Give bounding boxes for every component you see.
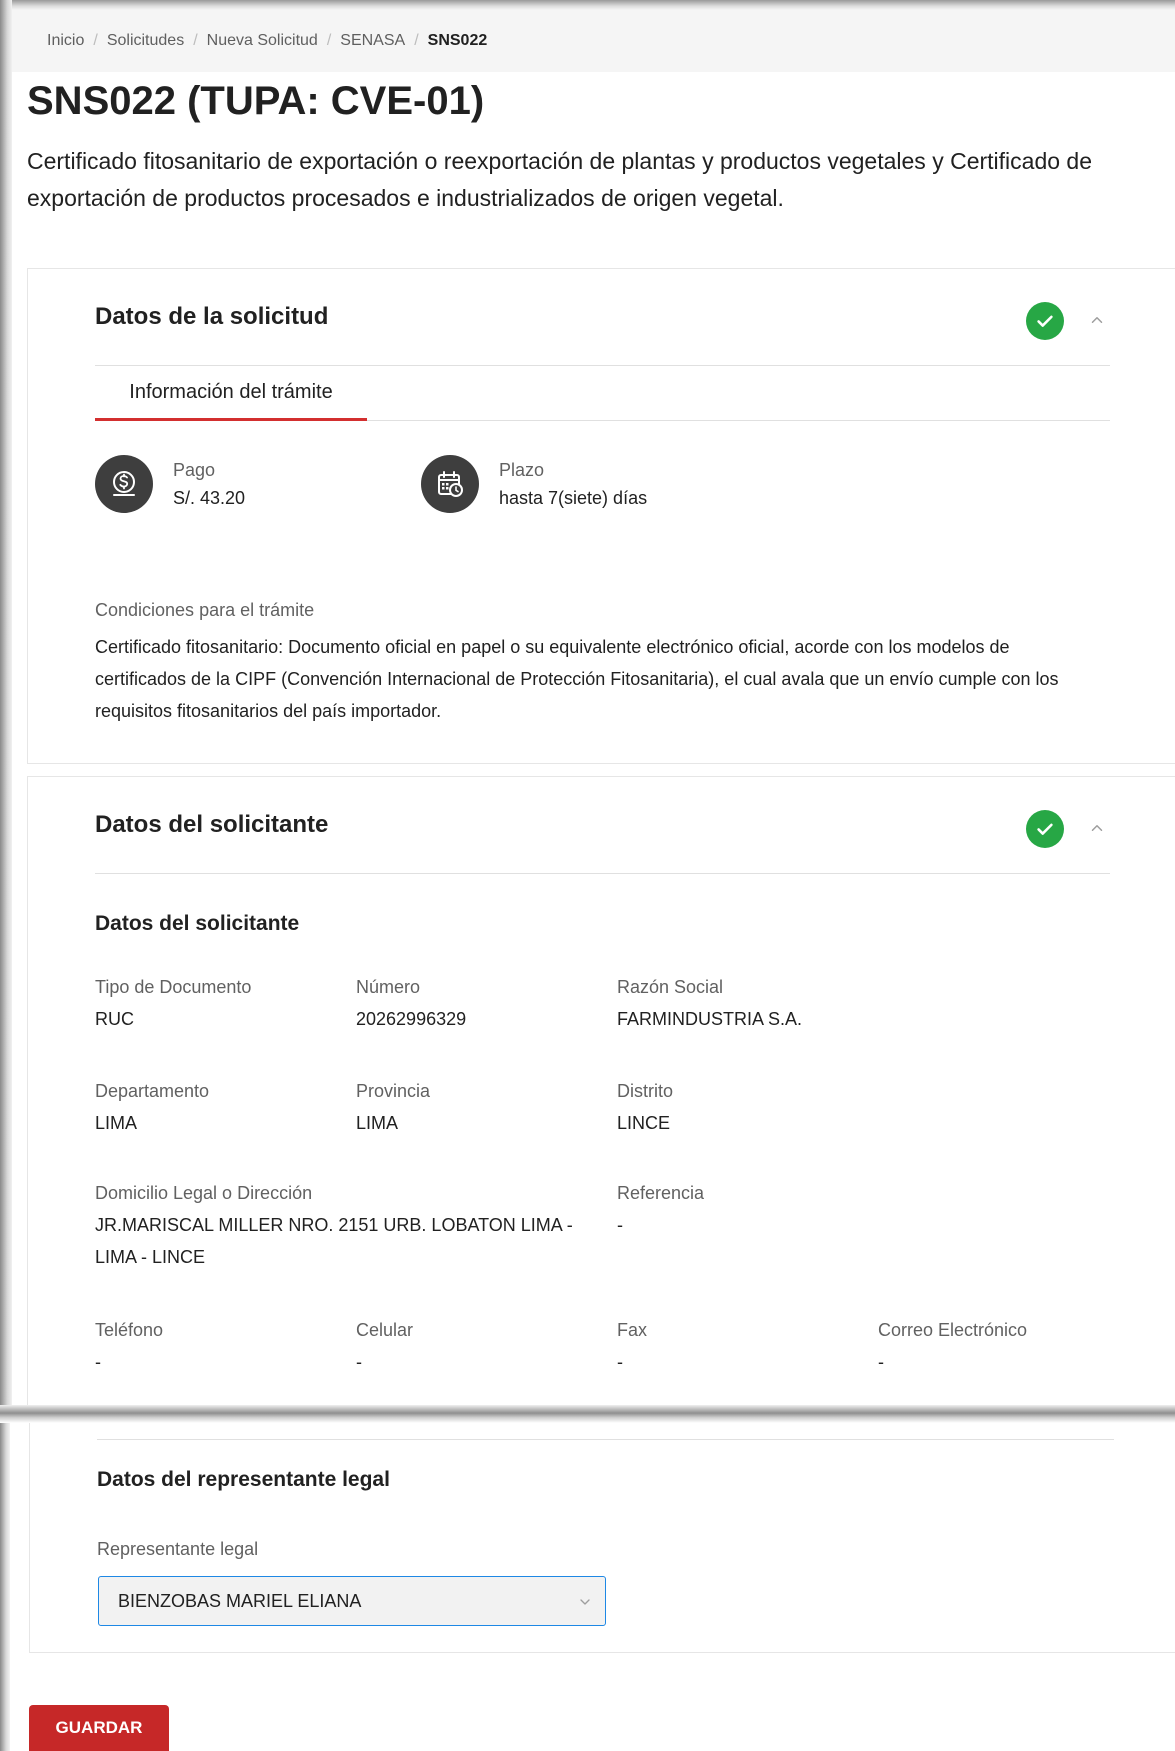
breadcrumb-senasa[interactable]: SENASA [340, 32, 405, 50]
field-fax: Fax - [617, 1318, 647, 1378]
divider [97, 1439, 1114, 1440]
pago-value: S/. 43.20 [173, 488, 246, 508]
solicitante-card-title: Datos del solicitante [95, 811, 329, 838]
conditions-label: Condiciones para el trámite [95, 600, 315, 620]
page-title-code: SNS022 [27, 79, 176, 123]
frame-edge-top [0, 0, 1175, 10]
breadcrumb-separator: / [414, 32, 419, 49]
page-title: SNS022 (TUPA: CVE-01) [27, 78, 484, 124]
breadcrumb: Inicio / Solicitudes / Nueva Solicitud /… [12, 10, 1175, 72]
field-label: Correo Electrónico [878, 1320, 1028, 1340]
field-numero: Número 20262996329 [356, 975, 466, 1035]
field-value: LIMA [356, 1113, 399, 1133]
dollar-coin-icon [95, 455, 153, 513]
field-departamento: Departamento LIMA [95, 1079, 209, 1139]
field-value: FARMINDUSTRIA S.A. [617, 1009, 803, 1029]
chevron-up-icon[interactable] [1084, 815, 1110, 841]
check-circle-icon [1026, 810, 1064, 848]
tabs: Información del trámite [95, 366, 1110, 421]
solicitante-subtitle: Datos del solicitante [95, 912, 300, 935]
page: Inicio / Solicitudes / Nueva Solicitud /… [0, 0, 1175, 1751]
field-label: Fax [617, 1320, 648, 1340]
representante-select[interactable]: BIENZOBAS MARIEL ELIANA [98, 1576, 606, 1626]
field-label: Distrito [617, 1081, 674, 1101]
solicitante-card-header[interactable]: Datos del solicitante [95, 777, 1110, 874]
field-label: Departamento [95, 1081, 210, 1101]
chevron-up-icon[interactable] [1084, 307, 1110, 333]
field-value: - [878, 1352, 884, 1372]
tab-informacion-tramite[interactable]: Información del trámite [95, 366, 367, 421]
breadcrumb-current: SNS022 [427, 32, 488, 49]
field-label: Referencia [617, 1183, 705, 1203]
breadcrumb-separator: / [193, 32, 198, 49]
page-title-tupa: (TUPA: CVE-01) [187, 79, 485, 123]
representante-subtitle: Datos del representante legal [97, 1468, 390, 1491]
field-distrito: Distrito LINCE [617, 1079, 673, 1139]
field-label: Teléfono [95, 1320, 164, 1340]
field-value: LINCE [617, 1113, 671, 1133]
frame-edge-left-lower [0, 1420, 10, 1751]
field-value: - [617, 1215, 623, 1235]
representante-select-label: Representante legal [97, 1539, 259, 1559]
field-label: Razón Social [617, 977, 724, 997]
conditions-text: Certificado fitosanitario: Documento ofi… [95, 637, 1059, 721]
solicitud-card: Datos de la solicitud Información del tr… [27, 268, 1175, 764]
plazo-info: Plazo hasta 7(siete) días [421, 455, 647, 513]
field-label: Provincia [356, 1081, 431, 1101]
representante-card: Datos del representante legal Representa… [29, 1423, 1175, 1653]
chevron-down-icon [577, 1594, 593, 1610]
field-correo: Correo Electrónico - [878, 1318, 1027, 1378]
frame-edge-left [0, 0, 12, 1410]
breadcrumb-nueva-solicitud[interactable]: Nueva Solicitud [207, 32, 318, 50]
page-description: Certificado fitosanitario de exportación… [27, 148, 1092, 211]
calendar-clock-icon [421, 455, 479, 513]
field-value: 20262996329 [356, 1009, 467, 1029]
field-value: - [356, 1352, 362, 1372]
field-value: - [95, 1352, 101, 1372]
breadcrumb-separator: / [93, 32, 98, 49]
field-label: Domicilio Legal o Dirección [95, 1183, 313, 1203]
screenshot-seam [0, 1405, 1175, 1423]
field-value: JR.MARISCAL MILLER NRO. 2151 URB. LOBATO… [95, 1215, 573, 1267]
breadcrumb-inicio[interactable]: Inicio [47, 32, 84, 50]
field-provincia: Provincia LIMA [356, 1079, 430, 1139]
field-label: Tipo de Documento [95, 977, 252, 997]
plazo-label: Plazo [499, 460, 545, 480]
solicitante-card: Datos del solicitante Datos del solicita… [27, 776, 1175, 1406]
plazo-value: hasta 7(siete) días [499, 488, 648, 508]
solicitud-card-header[interactable]: Datos de la solicitud [95, 269, 1110, 366]
field-value: LIMA [95, 1113, 138, 1133]
breadcrumb-solicitudes[interactable]: Solicitudes [107, 32, 184, 50]
field-tipo-documento: Tipo de Documento RUC [95, 975, 251, 1035]
pago-label: Pago [173, 460, 216, 480]
field-value: RUC [95, 1009, 134, 1029]
breadcrumb-separator: / [326, 32, 332, 49]
solicitud-card-title: Datos de la solicitud [95, 303, 329, 330]
field-telefono: Teléfono - [95, 1318, 163, 1378]
field-label: Celular [356, 1320, 414, 1340]
save-button[interactable]: GUARDAR [29, 1705, 169, 1751]
field-celular: Celular - [356, 1318, 413, 1378]
field-domicilio: Domicilio Legal o Dirección JR.MARISCAL … [95, 1181, 575, 1273]
check-circle-icon [1026, 302, 1064, 340]
field-value: - [617, 1352, 623, 1372]
field-label: Número [356, 977, 421, 997]
pago-info: Pago S/. 43.20 [95, 455, 245, 513]
field-razon-social: Razón Social FARMINDUSTRIA S.A. [617, 975, 802, 1035]
representante-select-field: Representante legal [97, 1537, 258, 1561]
field-referencia: Referencia - [617, 1181, 704, 1241]
representante-select-value: BIENZOBAS MARIEL ELIANA [118, 1590, 362, 1611]
